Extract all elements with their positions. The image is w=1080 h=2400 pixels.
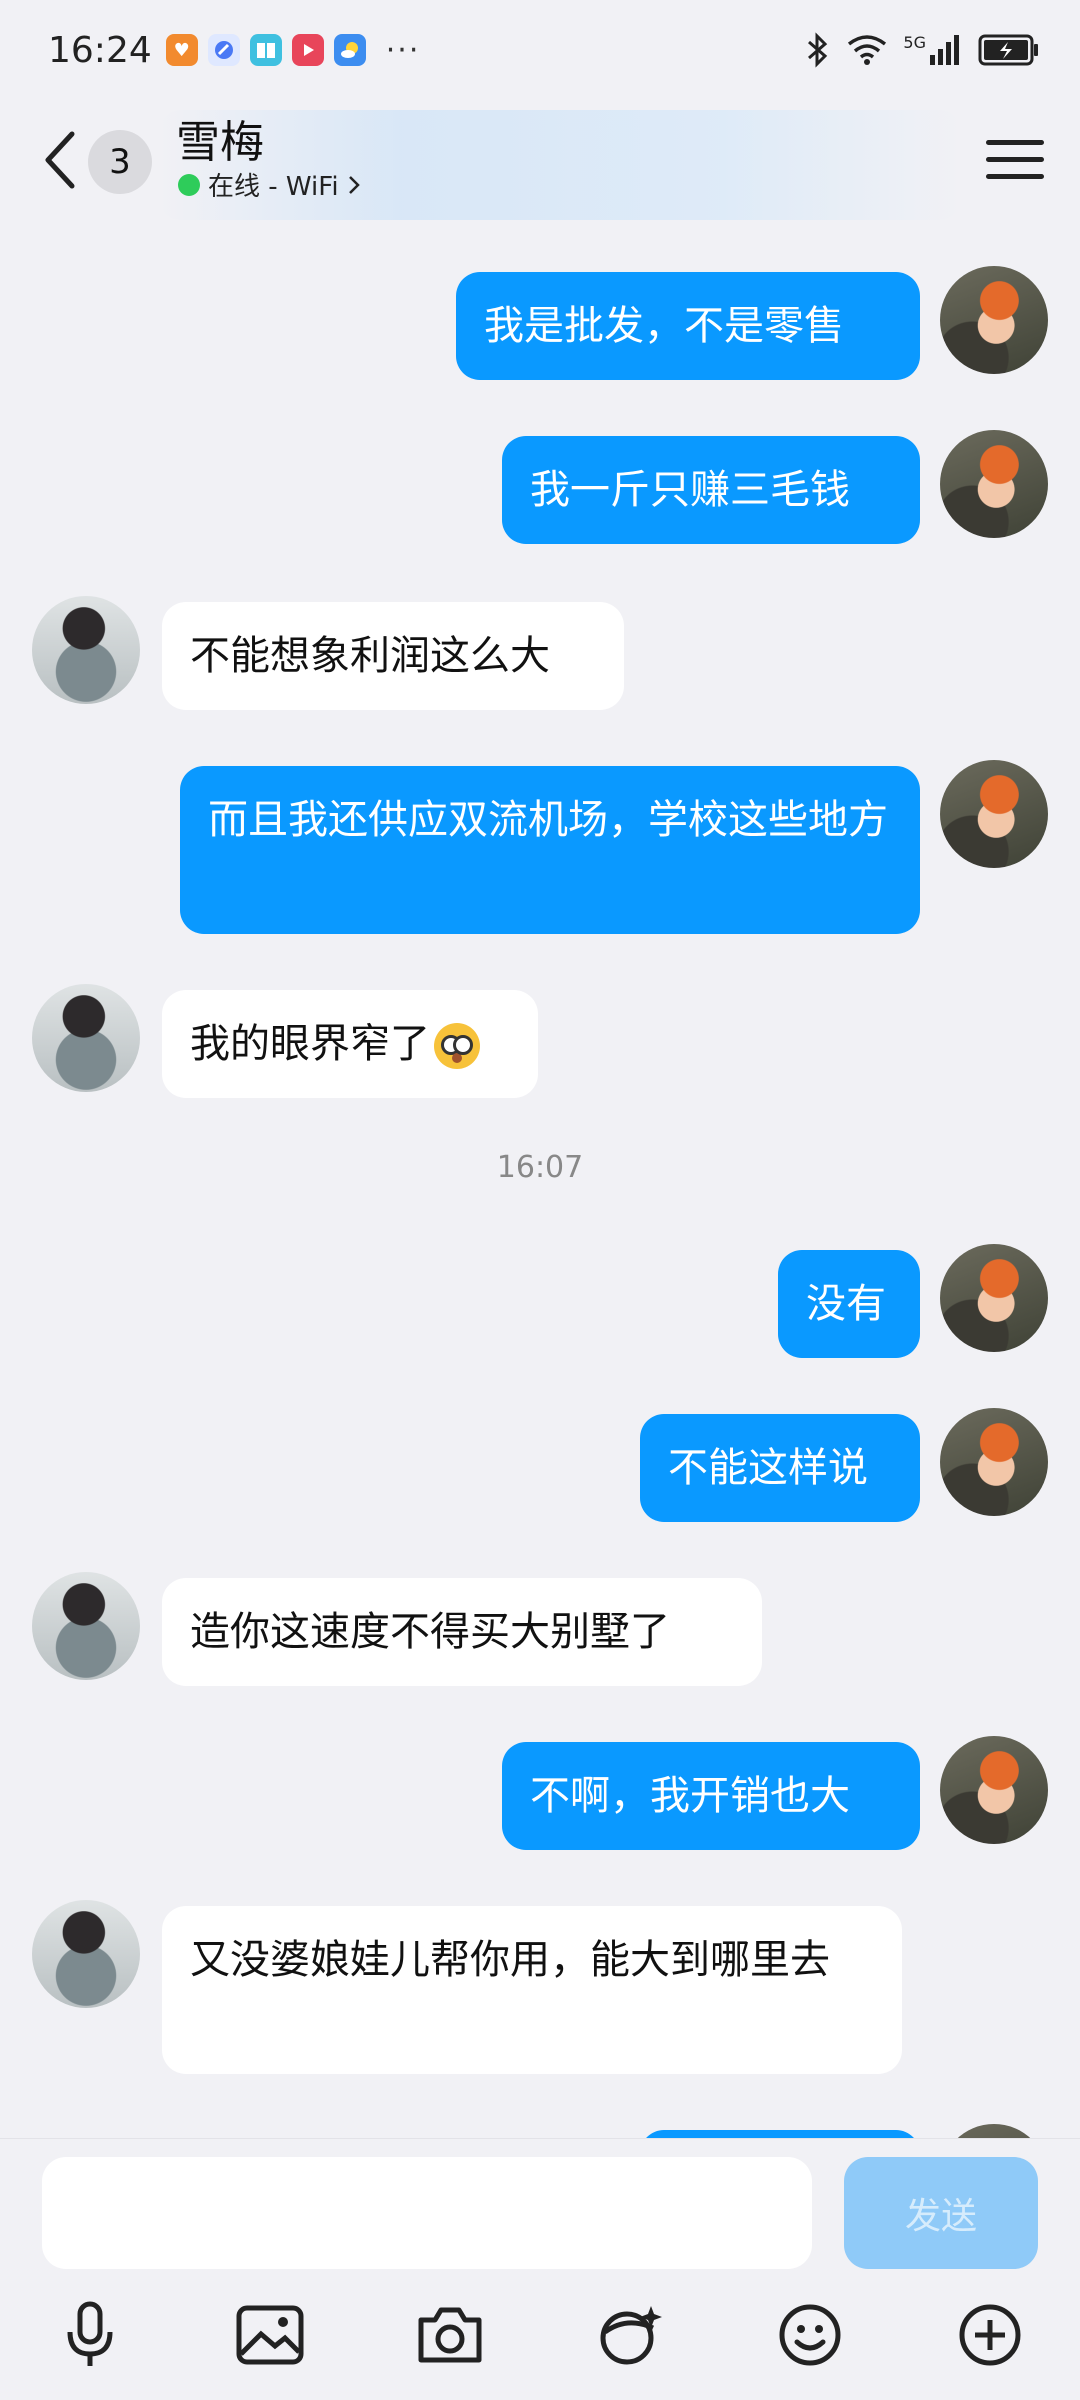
flushed-face-emoji <box>434 1023 480 1069</box>
video-app-icon <box>291 34 324 66</box>
book-app-icon <box>249 34 282 66</box>
status-bar: 16:24 ♥ ··· 5G <box>0 0 1080 100</box>
my-avatar[interactable] <box>940 760 1048 868</box>
camera-icon[interactable] <box>404 2289 496 2381</box>
chat-header: 3 雪梅 在线 - WiFi <box>0 100 1080 220</box>
network-type: 5G <box>903 33 926 52</box>
message-text: 我的眼界窄了 <box>190 1021 430 1067</box>
menu-line <box>986 139 1044 145</box>
image-icon[interactable] <box>224 2289 316 2381</box>
menu-button[interactable] <box>986 128 1044 190</box>
presence-text: 在线 - WiFi <box>208 172 339 202</box>
back-button[interactable] <box>32 124 88 196</box>
outgoing-message[interactable]: 我一斤只赚三毛钱 <box>502 436 920 544</box>
message-timestamp: 16:07 <box>496 1150 584 1185</box>
plus-icon[interactable] <box>944 2289 1036 2381</box>
incoming-message[interactable]: 造你这速度不得买大别墅了 <box>162 1578 762 1686</box>
menu-line <box>986 173 1044 179</box>
chevron-left-icon <box>45 131 75 189</box>
message-list[interactable]: 我是批发，不是零售 我一斤只赚三毛钱 不能想象利润这么大 而且我还供应双流机场，… <box>0 220 1080 2140</box>
chevron-right-icon <box>348 175 360 194</box>
wifi-icon <box>847 34 887 66</box>
incoming-message[interactable]: 我的眼界窄了 <box>162 990 538 1098</box>
contact-avatar[interactable] <box>32 1572 140 1680</box>
composer: 发送 <box>0 2138 1080 2400</box>
unread-count-badge[interactable]: 3 <box>88 130 152 194</box>
my-avatar[interactable] <box>940 1408 1048 1516</box>
outgoing-message[interactable]: 没有 <box>778 1250 920 1358</box>
more-notifications-indicator: ··· <box>385 32 421 68</box>
microphone-icon[interactable] <box>44 2289 136 2381</box>
weather-app-icon <box>333 34 366 66</box>
my-avatar[interactable] <box>940 430 1048 538</box>
status-time: 16:24 <box>48 29 152 71</box>
bluetooth-icon <box>805 32 831 68</box>
contact-avatar[interactable] <box>32 1900 140 2008</box>
contact-avatar[interactable] <box>32 596 140 704</box>
online-status-dot <box>178 173 200 196</box>
notification-icons: ♥ ··· <box>165 32 421 68</box>
my-avatar[interactable] <box>940 1244 1048 1352</box>
emoji-icon[interactable] <box>764 2289 856 2381</box>
contact-avatar[interactable] <box>32 984 140 1092</box>
battery-icon <box>978 33 1040 67</box>
menu-line <box>986 156 1044 162</box>
my-avatar[interactable] <box>940 1736 1048 1844</box>
system-status: 5G <box>805 32 1040 68</box>
outgoing-message[interactable]: 不啊，我开销也大 <box>502 1742 920 1850</box>
sticker-icon[interactable] <box>584 2289 676 2381</box>
outgoing-message[interactable]: 而且我还供应双流机场，学校这些地方 <box>180 766 920 934</box>
blue-app-icon <box>207 34 240 66</box>
outgoing-message[interactable]: 不能这样说 <box>640 1414 920 1522</box>
composer-toolbar <box>0 2289 1080 2389</box>
header-highlight <box>160 110 960 220</box>
outgoing-message[interactable]: 我是批发，不是零售 <box>456 272 920 380</box>
message-input[interactable] <box>42 2157 812 2269</box>
signal-icon: 5G <box>903 33 962 67</box>
orange-app-icon: ♥ <box>165 34 198 66</box>
incoming-message[interactable]: 又没婆娘娃儿帮你用，能大到哪里去 <box>162 1906 902 2074</box>
send-button[interactable]: 发送 <box>844 2157 1038 2269</box>
incoming-message[interactable]: 不能想象利润这么大 <box>162 602 624 710</box>
my-avatar[interactable] <box>940 266 1048 374</box>
contact-name[interactable]: 雪梅 <box>176 106 264 170</box>
contact-presence[interactable]: 在线 - WiFi <box>178 166 361 203</box>
